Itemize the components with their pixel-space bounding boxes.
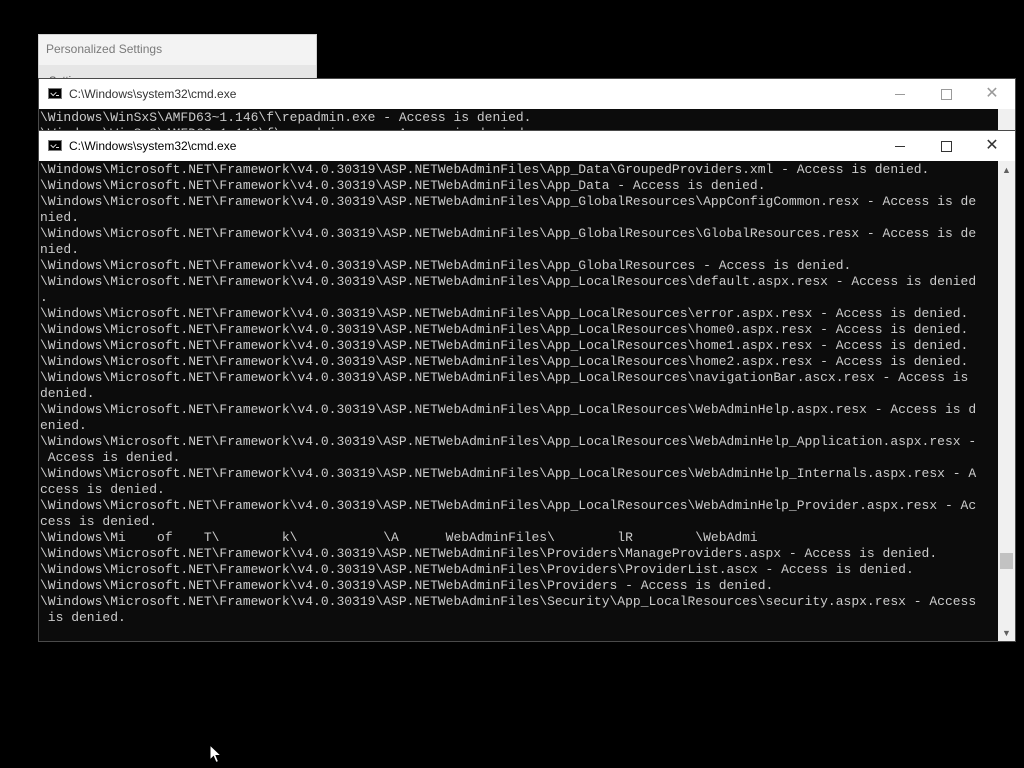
cmd-front-console-line: \Windows\Microsoft.NET\Framework\v4.0.30… [40, 434, 977, 449]
cmd-front-title: C:\Windows\system32\cmd.exe [69, 139, 237, 153]
cmd-front-console-line: ccess is denied. [40, 482, 165, 497]
mouse-cursor-icon [209, 744, 223, 764]
cmd-front-console-line: \Windows\Microsoft.NET\Framework\v4.0.30… [40, 162, 930, 177]
maximize-button[interactable] [923, 131, 969, 161]
cmd-front-console-line: \Windows\Microsoft.NET\Framework\v4.0.30… [40, 258, 852, 273]
cmd-prompt-icon [48, 140, 62, 151]
minimize-icon [895, 145, 905, 147]
scroll-down-arrow-icon[interactable]: ▼ [998, 624, 1015, 641]
cmd-front-console-line: \Windows\Microsoft.NET\Framework\v4.0.30… [40, 594, 977, 609]
cmd-front-console-line: \Windows\Microsoft.NET\Framework\v4.0.30… [40, 226, 977, 241]
maximize-icon [940, 88, 952, 100]
cmd-front-console-line: enied. [40, 418, 87, 433]
cmd-front-scrollbar[interactable]: ▲ ▼ [998, 161, 1015, 641]
cmd-front-titlebar[interactable]: C:\Windows\system32\cmd.exe ✕ [39, 131, 1015, 161]
close-button[interactable]: ✕ [969, 131, 1015, 161]
minimize-button[interactable] [877, 131, 923, 161]
cmd-window-back[interactable]: C:\Windows\system32\cmd.exe ✕ \Windows\W… [38, 78, 1016, 134]
cmd-front-console-line: nied. [40, 210, 80, 225]
cmd-front-console-line: \Windows\Microsoft.NET\Framework\v4.0.30… [40, 194, 977, 209]
cmd-front-console-line: nied. [40, 242, 80, 257]
cmd-front-console-line: \Windows\Mi of T\ k\ \A WebAdminFiles\ l… [40, 530, 758, 545]
cmd-front-console-line: \Windows\Microsoft.NET\Framework\v4.0.30… [40, 338, 969, 353]
cmd-back-console-line: \Windows\WinSxS\AMFD63~1.146\f\repadmin.… [40, 110, 532, 125]
cmd-back-titlebar[interactable]: C:\Windows\system32\cmd.exe ✕ [39, 79, 1015, 109]
cmd-front-console-line: cess is denied. [40, 514, 158, 529]
cmd-window-front[interactable]: C:\Windows\system32\cmd.exe ✕ \Windows\M… [38, 130, 1016, 642]
maximize-button[interactable] [923, 79, 969, 109]
minimize-button[interactable] [877, 79, 923, 109]
cmd-front-console-line: \Windows\Microsoft.NET\Framework\v4.0.30… [40, 498, 977, 513]
minimize-icon [895, 93, 905, 95]
cmd-front-console[interactable]: \Windows\Microsoft.NET\Framework\v4.0.30… [39, 161, 998, 641]
cmd-front-console-line: \Windows\Microsoft.NET\Framework\v4.0.30… [40, 274, 977, 289]
cmd-front-console-line: \Windows\Microsoft.NET\Framework\v4.0.30… [40, 546, 938, 561]
cmd-back-title: C:\Windows\system32\cmd.exe [69, 87, 237, 101]
scroll-thumb[interactable] [1000, 553, 1013, 569]
close-icon: ✕ [985, 85, 999, 102]
cmd-front-console-line: \Windows\Microsoft.NET\Framework\v4.0.30… [40, 402, 977, 417]
cmd-front-console-line: is denied. [40, 610, 126, 625]
close-icon: ✕ [985, 137, 999, 154]
cmd-front-console-line: \Windows\Microsoft.NET\Framework\v4.0.30… [40, 178, 766, 193]
cmd-front-console-line: denied. [40, 386, 95, 401]
cmd-prompt-icon [48, 88, 62, 99]
cmd-front-console-line: \Windows\Microsoft.NET\Framework\v4.0.30… [40, 562, 914, 577]
cmd-front-console-line: \Windows\Microsoft.NET\Framework\v4.0.30… [40, 466, 977, 481]
scroll-up-arrow-icon[interactable]: ▲ [998, 161, 1015, 178]
cmd-front-console-line: Access is denied. [40, 450, 181, 465]
cmd-front-console-line: \Windows\Microsoft.NET\Framework\v4.0.30… [40, 322, 969, 337]
cmd-front-console-line: \Windows\Microsoft.NET\Framework\v4.0.30… [40, 306, 969, 321]
close-button[interactable]: ✕ [969, 79, 1015, 109]
maximize-icon [940, 140, 952, 152]
cmd-front-console-line: \Windows\Microsoft.NET\Framework\v4.0.30… [40, 578, 774, 593]
personalized-settings-title: Personalized Settings [46, 42, 163, 56]
cmd-front-console-line: \Windows\Microsoft.NET\Framework\v4.0.30… [40, 354, 969, 369]
cmd-front-console-line: . [40, 290, 48, 305]
cmd-front-console-line: \Windows\Microsoft.NET\Framework\v4.0.30… [40, 370, 969, 385]
